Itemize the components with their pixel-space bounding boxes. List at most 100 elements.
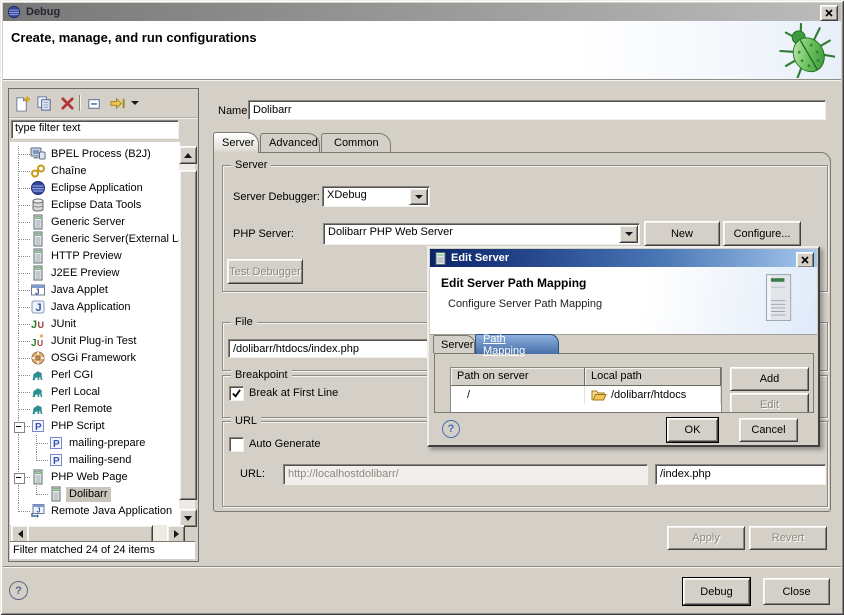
tree-item-mailing-send[interactable]: Pmailing-send [10, 452, 180, 469]
tree-connector [18, 375, 30, 376]
tree-item-dolibarr[interactable]: Dolibarr [10, 486, 180, 503]
tree-item-label: Perl Remote [48, 402, 115, 417]
tree-vertical-scrollbar[interactable] [179, 146, 195, 525]
tree-item-generic-server-external-la[interactable]: Generic Server(External La [10, 231, 180, 248]
apply-button[interactable]: Apply [667, 526, 745, 550]
tree-connector [18, 392, 30, 393]
tree-item-java-applet[interactable]: JJava Applet [10, 282, 180, 299]
name-input[interactable]: Dolibarr [248, 100, 826, 120]
edit-mapping-button[interactable]: Edit [730, 393, 809, 413]
tree-item-osgi-framework[interactable]: OSGi Framework [10, 350, 180, 367]
server-debugger-label: Server Debugger: [233, 191, 320, 203]
mapping-table-row[interactable]: //dolibarr/htdocs [451, 386, 721, 404]
server-icon [48, 486, 64, 502]
auto-generate-checkbox[interactable] [229, 437, 244, 452]
test-debugger-button[interactable]: Test Debugger [227, 259, 303, 284]
toolbar-menu-button[interactable] [129, 94, 141, 112]
new-configuration-button[interactable] [13, 94, 31, 112]
server-debugger-select[interactable]: XDebug [322, 186, 430, 207]
tree-item-junit-plug-in-test[interactable]: JUJUnit Plug-in Test [10, 333, 180, 350]
tree-item-perl-local[interactable]: Perl Local [10, 384, 180, 401]
server-icon [30, 265, 46, 281]
new-server-button[interactable]: New [644, 221, 720, 246]
ok-button[interactable]: OK [667, 418, 718, 442]
php-server-select[interactable]: Dolibarr PHP Web Server [323, 223, 640, 245]
edit-server-close-button[interactable] [796, 252, 814, 268]
tree-item-remote-java-application[interactable]: JRemote Java Application [10, 503, 180, 520]
scroll-up-arrow-icon [184, 149, 192, 158]
tree-connector [18, 188, 30, 189]
path-mapping-panel: Path on server Local path //dolibarr/htd… [434, 353, 814, 413]
column-local-path[interactable]: Local path [585, 368, 721, 386]
revert-button[interactable]: Revert [749, 526, 827, 550]
tree-item-eclipse-application[interactable]: Eclipse Application [10, 180, 180, 197]
tab-advanced[interactable]: Advanced [260, 133, 320, 152]
dialog-tab-server[interactable]: Server [433, 335, 475, 353]
tree-collapse-icon[interactable] [14, 422, 25, 433]
tab-server[interactable]: Server [213, 132, 259, 153]
server-debugger-dropdown-button[interactable] [409, 188, 428, 205]
tree-item-java-application[interactable]: JJava Application [10, 299, 180, 316]
dialog-banner: Create, manage, and run configurations [3, 21, 841, 80]
tree-item-junit[interactable]: JUJUnit [10, 316, 180, 333]
tree-connector [18, 171, 30, 172]
tree-item-mailing-prepare[interactable]: Pmailing-prepare [10, 435, 180, 452]
local-path-cell: /dolibarr/htdocs [585, 386, 721, 404]
svg-text:P: P [53, 439, 60, 450]
tree-item-j2ee-preview[interactable]: J2EE Preview [10, 265, 180, 282]
tree-item-bpel-process-b2j[interactable]: BPEL Process (B2J) [10, 146, 180, 163]
url-input[interactable]: http://localhostdolibarr/ [283, 464, 648, 485]
tree-item-perl-remote[interactable]: Perl Remote [10, 401, 180, 418]
tab-common[interactable]: Common [321, 133, 391, 152]
delete-configuration-button[interactable] [58, 94, 76, 112]
help-button[interactable]: ? [9, 581, 28, 600]
tree-connector [18, 273, 30, 274]
tree-item-eclipse-data-tools[interactable]: Eclipse Data Tools [10, 197, 180, 214]
perl-icon [30, 401, 46, 417]
configure-server-button[interactable]: Configure... [723, 221, 801, 246]
duplicate-configuration-button[interactable] [35, 94, 53, 112]
window-titlebar: Debug [3, 3, 841, 21]
tree-connector [18, 511, 30, 512]
dialog-help-button[interactable]: ? [442, 420, 460, 438]
checkmark-icon [232, 389, 241, 398]
tree-item-php-web-page[interactable]: PHP Web Page [10, 469, 180, 486]
vertical-scroll-thumb[interactable] [179, 170, 197, 500]
tree-horizontal-scrollbar[interactable] [11, 525, 183, 541]
tree-item-cha-ne[interactable]: Chaîne [10, 163, 180, 180]
filter-input[interactable]: type filter text [11, 120, 179, 139]
tree-item-http-preview[interactable]: HTTP Preview [10, 248, 180, 265]
scroll-up-button[interactable] [179, 146, 197, 164]
tree-item-label: J2EE Preview [48, 266, 122, 281]
break-first-line-checkbox[interactable] [229, 386, 244, 401]
java-icon: J [30, 299, 46, 315]
tree-connector [36, 494, 48, 495]
tree-item-php-script[interactable]: PPHP Script [10, 418, 180, 435]
edit-server-header: Edit Server Path Mapping Configure Serve… [430, 267, 817, 335]
junitp-icon: JU [30, 333, 46, 349]
tree-item-perl-cgi[interactable]: Perl CGI [10, 367, 180, 384]
cancel-button[interactable]: Cancel [739, 418, 798, 442]
url-file-input[interactable]: /index.php [655, 464, 826, 485]
debug-button[interactable]: Debug [683, 578, 750, 605]
tree-connector [18, 205, 30, 206]
php-server-dropdown-button[interactable] [619, 225, 638, 243]
server-group-title: Server [231, 158, 271, 172]
tree-item-label: Generic Server [48, 215, 128, 230]
name-label: Name: [218, 105, 250, 117]
tree-connector [18, 256, 30, 257]
window-close-button[interactable] [820, 5, 838, 21]
collapse-all-button[interactable] [85, 94, 103, 112]
toolbar-separator [79, 95, 80, 111]
tree-collapse-icon[interactable] [14, 473, 25, 484]
filter-configurations-button[interactable] [108, 94, 126, 112]
dialog-tab-path-mapping-label: Path Mapping [483, 333, 548, 357]
column-path-on-server[interactable]: Path on server [451, 368, 585, 386]
view-menu-arrow-icon [131, 101, 139, 109]
tab-common-label: Common [334, 137, 379, 149]
server-debugger-value: XDebug [323, 187, 408, 206]
close-button[interactable]: Close [763, 578, 830, 605]
dialog-tab-path-mapping[interactable]: Path Mapping [475, 334, 559, 354]
add-mapping-button[interactable]: Add [730, 367, 809, 391]
tree-item-generic-server[interactable]: Generic Server [10, 214, 180, 231]
